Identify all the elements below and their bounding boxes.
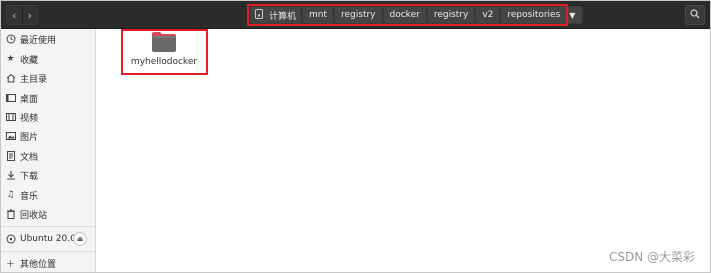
file-manager-window: ‹ › 计算机 mnt registry docker registry v2 … (0, 0, 711, 273)
sidebar-item-downloads[interactable]: 下载 (5, 167, 93, 183)
forward-button[interactable]: › (21, 6, 37, 24)
sidebar-item-label: 下载 (20, 171, 39, 182)
sidebar-item-device[interactable]: Ubuntu 20.0... ⏏ (5, 231, 93, 247)
sidebar-item-label: 最近使用 (20, 35, 57, 46)
sidebar-item-music[interactable]: ♫ 音乐 (5, 187, 93, 203)
breadcrumb-label: registry (341, 10, 376, 20)
sidebar-item-recent[interactable]: 最近使用 (5, 31, 93, 47)
folder-icon (151, 31, 177, 56)
home-icon (5, 73, 16, 84)
breadcrumb-label: docker (389, 10, 420, 20)
search-icon (690, 8, 700, 22)
sidebar-item-other-locations[interactable]: ＋ 其他位置 (5, 255, 93, 271)
image-icon (5, 131, 16, 142)
sidebar-item-label: 其他位置 (20, 259, 57, 270)
sidebar-item-trash[interactable]: 回收站 (5, 206, 93, 222)
sidebar-item-label: 回收站 (20, 210, 48, 221)
path-bar: 计算机 mnt registry docker registry v2 repo… (249, 6, 584, 24)
breadcrumb-label: v2 (482, 10, 494, 20)
plus-icon: ＋ (5, 259, 15, 270)
disc-icon (5, 234, 16, 245)
sidebar-item-label: 音乐 (20, 191, 39, 202)
drive-icon (255, 8, 263, 22)
sidebar-item-pictures[interactable]: 图片 (5, 128, 93, 144)
breadcrumb-repositories[interactable]: repositories ▼ (501, 7, 582, 23)
breadcrumb-computer[interactable]: 计算机 (251, 7, 303, 23)
breadcrumb-mnt[interactable]: mnt (303, 7, 335, 23)
breadcrumb-registry-2[interactable]: registry (427, 7, 476, 23)
sidebar-item-label: 图片 (20, 132, 39, 143)
music-icon: ♫ (6, 190, 15, 200)
document-icon (5, 151, 16, 162)
breadcrumb-label: 计算机 (269, 11, 297, 22)
breadcrumb-label: registry (433, 10, 469, 20)
sidebar-item-documents[interactable]: 文档 (5, 148, 93, 164)
download-icon (5, 170, 16, 181)
sidebar: 最近使用 ★ 收藏 主目录 桌面 视频 图片 文档 下载 ♫ 音乐 回收站 Ub… (1, 29, 96, 272)
trash-icon (5, 209, 16, 220)
eject-icon[interactable]: ⏏ (73, 232, 87, 246)
sidebar-item-label: 桌面 (20, 94, 39, 105)
chevron-down-icon[interactable]: ▼ (569, 11, 575, 20)
search-button[interactable] (685, 5, 705, 25)
breadcrumb-docker[interactable]: docker (383, 7, 427, 23)
sidebar-divider (1, 251, 95, 252)
back-button[interactable]: ‹ (7, 6, 22, 24)
video-icon (5, 112, 16, 123)
sidebar-item-starred[interactable]: ★ 收藏 (5, 51, 93, 67)
star-icon: ★ (6, 54, 15, 64)
file-view: myhellodocker (97, 29, 710, 272)
forward-icon: › (27, 8, 32, 22)
navigation-buttons: ‹ › (6, 5, 38, 25)
sidebar-item-videos[interactable]: 视频 (5, 109, 93, 125)
back-icon: ‹ (12, 8, 17, 22)
sidebar-item-desktop[interactable]: 桌面 (5, 90, 93, 106)
folder-name: myhellodocker (130, 57, 198, 67)
folder-item[interactable]: myhellodocker (124, 31, 204, 75)
sidebar-item-label: 文档 (20, 152, 39, 163)
desktop-icon (5, 93, 16, 104)
breadcrumb-registry[interactable]: registry (335, 7, 383, 23)
clock-icon (5, 34, 16, 45)
header-bar: ‹ › 计算机 mnt registry docker registry v2 … (1, 1, 710, 29)
sidebar-item-label: 视频 (20, 113, 39, 124)
breadcrumb-label: repositories (507, 10, 561, 20)
sidebar-item-label: 主目录 (20, 74, 48, 85)
sidebar-item-label: 收藏 (20, 55, 39, 66)
sidebar-item-home[interactable]: 主目录 (5, 70, 93, 86)
breadcrumb-v2[interactable]: v2 (476, 7, 501, 23)
sidebar-divider (1, 226, 95, 227)
watermark: CSDN @大菜彩 (608, 250, 695, 264)
breadcrumb-label: mnt (309, 10, 328, 20)
